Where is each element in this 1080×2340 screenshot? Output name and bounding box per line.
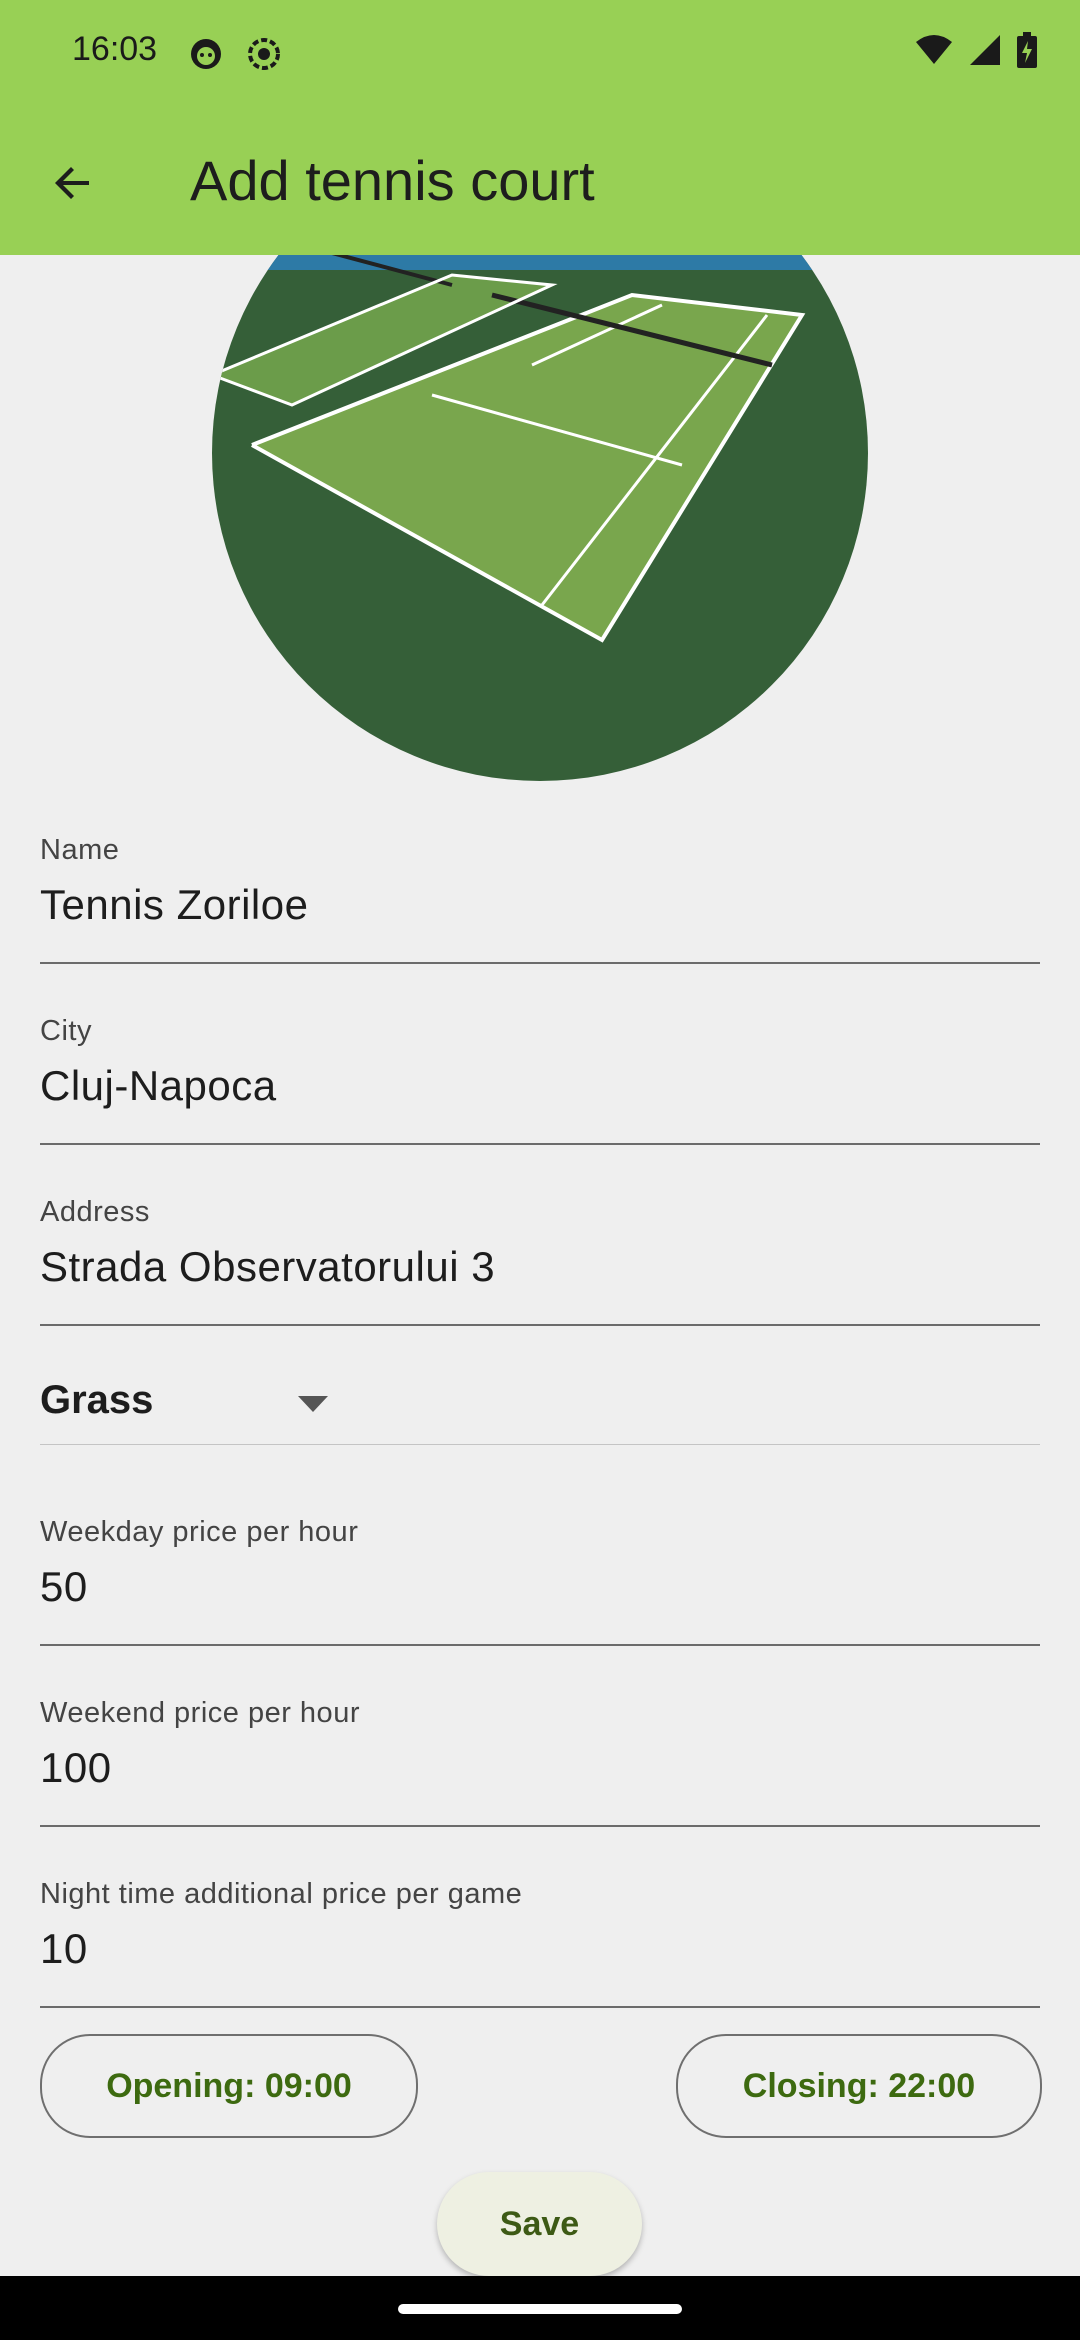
cellular-signal-icon [970,35,1000,65]
address-value[interactable]: Strada Observatorului 3 [40,1243,1040,1291]
save-button[interactable]: Save [437,2172,642,2276]
surface-selected: Grass [40,1378,154,1422]
weekday-price-value[interactable]: 50 [40,1563,1040,1611]
page-title: Add tennis court [190,149,595,212]
city-underline [40,1143,1040,1145]
weekend-price-underline [40,1825,1040,1827]
status-time: 16:03 [72,30,158,68]
app-bar: Add tennis court [0,108,1080,255]
surface-dropdown[interactable]: Grass [40,1370,1040,1445]
navigation-bar [0,2276,1080,2340]
tennis-court-image [212,255,868,781]
name-value[interactable]: Tennis Zoriloe [40,881,1040,929]
surface-underline [40,1444,1040,1445]
battery-icon [1017,32,1037,68]
address-underline [40,1324,1040,1326]
weekday-price-field[interactable]: Weekday price per hour 50 [40,1516,1040,1646]
name-label: Name [40,834,120,866]
city-value[interactable]: Cluj-Napoca [40,1062,1040,1110]
night-price-value[interactable]: 10 [40,1925,1040,1973]
night-price-underline [40,2006,1040,2008]
home-gesture-handle[interactable] [398,2304,682,2314]
court-photo[interactable] [212,255,868,781]
record-icon [248,38,280,70]
weekend-price-value[interactable]: 100 [40,1744,1040,1792]
weekend-price-label: Weekend price per hour [40,1697,360,1729]
status-bar: 16:03 [0,0,1080,108]
name-underline [40,962,1040,964]
court-image-area [0,255,1080,855]
arrow-back-icon [55,167,89,199]
weekend-price-field[interactable]: Weekend price per hour 100 [40,1697,1040,1827]
closing-time-button[interactable]: Closing: 22:00 [676,2034,1042,2138]
back-button[interactable] [40,150,106,216]
weekday-price-label: Weekday price per hour [40,1516,359,1548]
dropdown-arrow-icon [298,1396,328,1412]
night-price-field[interactable]: Night time additional price per game 10 [40,1878,1040,2008]
status-notification-icons [188,36,282,72]
face-icon [191,39,221,69]
weekday-price-underline [40,1644,1040,1646]
address-label: Address [40,1196,150,1228]
city-label: City [40,1015,92,1047]
address-field[interactable]: Address Strada Observatorului 3 [40,1196,1040,1326]
name-field[interactable]: Name Tennis Zoriloe [40,834,1040,964]
status-system-icons [914,32,1038,68]
opening-time-button[interactable]: Opening: 09:00 [40,2034,418,2138]
night-price-label: Night time additional price per game [40,1878,523,1910]
wifi-icon [916,35,952,64]
city-field[interactable]: City Cluj-Napoca [40,1015,1040,1145]
